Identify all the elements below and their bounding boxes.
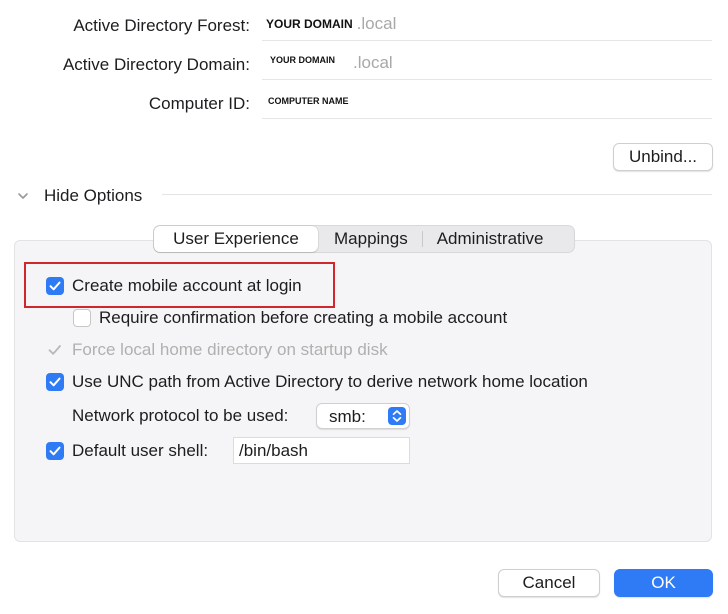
computer-id-field[interactable]: COMPUTER NAME: [262, 92, 712, 119]
tab-bar: User Experience Mappings Administrative: [153, 225, 575, 253]
network-protocol-popup[interactable]: smb:: [316, 403, 410, 429]
checkmark-icon: [49, 446, 61, 456]
forest-field[interactable]: YOUR DOMAIN .local: [262, 14, 712, 41]
domain-value: YOUR DOMAIN: [270, 55, 335, 65]
use-unc-label: Use UNC path from Active Directory to de…: [72, 372, 588, 391]
hide-options-disclosure[interactable]: Hide Options: [16, 184, 142, 208]
require-confirmation-checkbox[interactable]: [73, 309, 91, 327]
require-confirmation-label: Require confirmation before creating a m…: [99, 308, 508, 327]
unbind-button[interactable]: Unbind...: [613, 143, 713, 171]
default-shell-checkbox[interactable]: [46, 442, 64, 460]
tab-mappings[interactable]: Mappings: [318, 226, 422, 252]
tab-administrative[interactable]: Administrative: [423, 226, 558, 252]
hide-options-label: Hide Options: [44, 186, 143, 205]
forest-value: YOUR DOMAIN: [266, 17, 353, 31]
chevron-updown-icon: [388, 407, 406, 425]
force-local-home-label: Force local home directory on startup di…: [72, 340, 388, 359]
section-divider: [162, 194, 712, 195]
domain-label: Active Directory Domain:: [62, 55, 250, 74]
ok-button[interactable]: OK: [614, 569, 713, 597]
tab-user-experience[interactable]: User Experience: [154, 226, 318, 252]
checkmark-icon: [49, 377, 61, 387]
network-protocol-value: smb:: [329, 407, 366, 426]
forest-label: Active Directory Forest:: [73, 16, 250, 35]
mobile-account-label: Create mobile account at login: [72, 276, 302, 295]
mobile-account-checkbox[interactable]: [46, 277, 64, 295]
computer-id-value: COMPUTER NAME: [268, 95, 349, 106]
default-shell-input[interactable]: /bin/bash: [233, 437, 410, 464]
domain-suffix: .local: [353, 53, 393, 72]
network-protocol-label: Network protocol to be used:: [72, 406, 289, 425]
domain-field[interactable]: YOUR DOMAIN .local: [262, 53, 712, 80]
forest-suffix: .local: [356, 14, 397, 33]
checkmark-icon: [49, 281, 61, 291]
cancel-button[interactable]: Cancel: [498, 569, 600, 597]
default-shell-label: Default user shell:: [72, 441, 209, 460]
chevron-down-icon: [16, 189, 30, 203]
computer-id-label: Computer ID:: [148, 94, 250, 113]
checkmark-icon: [48, 345, 61, 355]
use-unc-checkbox[interactable]: [46, 373, 64, 391]
force-local-home-checkbox: [46, 341, 64, 359]
ad-binding-options-dialog: Active Directory Forest: YOUR DOMAIN .loc…: [0, 0, 728, 614]
